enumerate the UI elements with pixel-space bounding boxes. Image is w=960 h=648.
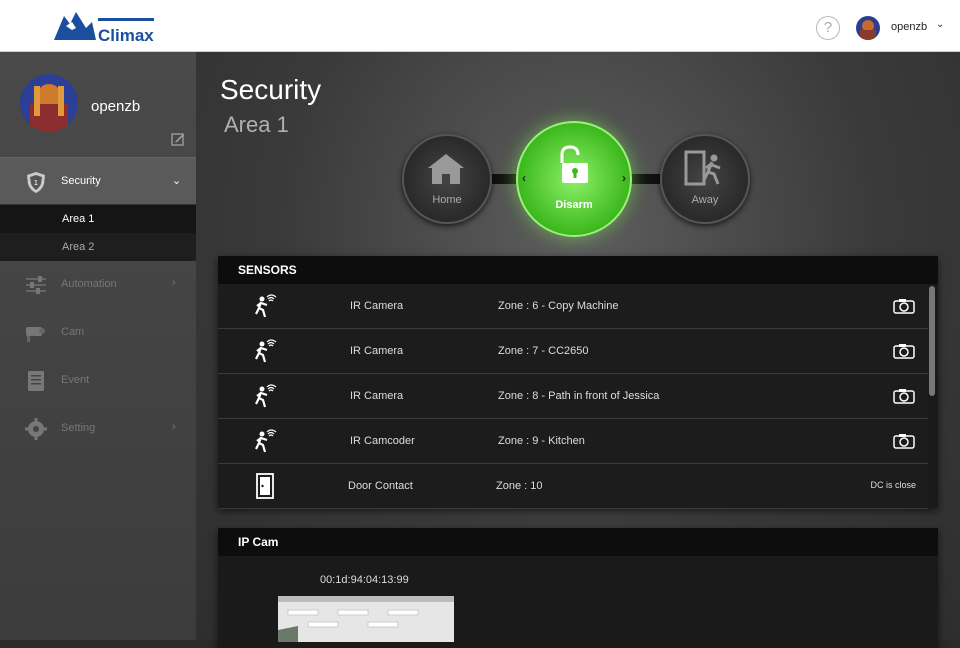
sensor-type: IR Camera (350, 300, 404, 312)
chevron-right-icon: › (622, 171, 626, 185)
logo-bar (98, 18, 154, 21)
motion-icon (255, 429, 277, 453)
avatar[interactable] (856, 16, 880, 40)
sidebar-item-setting[interactable]: Setting › (0, 405, 196, 453)
sensor-zone: Zone : 8 - Path in front of Jessica (498, 390, 660, 402)
cam-device-id: 00:1d:94:04:13:99 (320, 574, 409, 586)
profile-name: openzb (91, 98, 141, 115)
svg-text:1: 1 (34, 179, 38, 187)
table-row[interactable]: IR Camera Zone : 8 - Path in front of Je… (218, 374, 928, 419)
sidebar-item-label: Setting (61, 422, 96, 434)
unlock-icon (560, 145, 588, 183)
sidebar-item-automation[interactable]: Automation › (0, 261, 196, 309)
ipcam-header: IP Cam (218, 528, 938, 556)
sensor-status: DC is close (870, 480, 916, 490)
sensors-scrollbar[interactable] (929, 286, 935, 396)
mode-away-label: Away (691, 194, 719, 206)
sensor-zone: Zone : 7 - CC2650 (498, 345, 589, 357)
chevron-down-icon[interactable]: ⌄ (936, 19, 944, 30)
sidebar-item-cam[interactable]: Cam (0, 309, 196, 357)
camera-icon[interactable] (893, 343, 915, 359)
sidebar-subitem-area-2[interactable]: Area 2 (0, 233, 196, 261)
sidebar-item-event[interactable]: Event (0, 357, 196, 405)
brand-name: Climax (98, 26, 154, 45)
sensor-type: IR Camera (350, 345, 404, 357)
door-icon (256, 473, 274, 499)
page-subtitle: Area 1 (224, 112, 289, 137)
climax-logo-icon (54, 12, 96, 40)
camera-icon[interactable] (893, 388, 915, 404)
top-username[interactable]: openzb (891, 21, 927, 33)
chevron-right-icon: › (172, 421, 176, 433)
climax-logo[interactable]: Climax (52, 10, 162, 45)
table-row[interactable]: Door Contact Zone : 10 DC is close (218, 464, 928, 509)
motion-icon (255, 294, 277, 318)
page-title: Security (220, 74, 322, 105)
table-row[interactable]: IR Camera Zone : 7 - CC2650 (218, 329, 928, 374)
list-icon (28, 371, 44, 391)
sidebar-item-label: Event (61, 374, 90, 386)
table-row[interactable]: IR Camcoder Zone : 9 - Kitchen (218, 419, 928, 464)
camera-icon (26, 327, 45, 342)
motion-icon (255, 339, 277, 363)
mode-home-button[interactable]: Home (402, 134, 492, 224)
chevron-right-icon: › (172, 277, 176, 289)
sidebar-item-label: Cam (61, 326, 85, 338)
question-icon[interactable]: ? (816, 16, 840, 40)
sliders-icon (26, 276, 46, 294)
sidebar-item-label: Security (61, 175, 101, 187)
mode-home-label: Home (432, 194, 462, 206)
mode-disarm-button[interactable]: ‹ › Disarm (516, 121, 632, 237)
sidebar: openzb 1 Security ⌄ Area 1 Area 2 Automa… (0, 52, 196, 640)
sidebar-item-security[interactable]: 1 Security ⌄ (0, 157, 196, 205)
camera-icon[interactable] (893, 433, 915, 449)
motion-icon (255, 384, 277, 408)
sidebar-subitem-area-1[interactable]: Area 1 (0, 205, 196, 233)
sidebar-item-label: Automation (61, 278, 117, 290)
cam-snapshot[interactable] (278, 596, 454, 642)
mode-away-button[interactable]: Away (660, 134, 750, 224)
sensor-type: Door Contact (348, 480, 413, 492)
main-content: Security Area 1 Home ‹ › Disarm Away SEN… (196, 52, 960, 648)
edit-icon[interactable] (171, 132, 185, 146)
ipcam-panel: IP Cam 00:1d:94:04:13:99 (218, 528, 938, 648)
shield-icon: 1 (27, 172, 45, 193)
avatar[interactable] (20, 74, 78, 132)
top-bar: Climax ? openzb ⌄ (0, 0, 960, 52)
camera-icon[interactable] (893, 298, 915, 314)
sensors-header: SENSORS (218, 256, 938, 284)
sensor-type: IR Camera (350, 390, 404, 402)
mode-disarm-label: Disarm (555, 199, 593, 211)
chevron-left-icon: ‹ (522, 171, 526, 185)
gear-icon (25, 418, 47, 440)
home-icon (428, 154, 464, 184)
sensors-panel: SENSORS IR Camera Zone : 6 - Copy Machin… (218, 256, 938, 509)
sensor-type: IR Camcoder (350, 435, 415, 447)
sidebar-profile: openzb (0, 52, 196, 157)
cam-snapshot-image (278, 596, 454, 642)
sensor-zone: Zone : 9 - Kitchen (498, 435, 585, 447)
sensor-zone: Zone : 10 (496, 480, 543, 492)
chevron-down-icon: ⌄ (172, 175, 182, 187)
security-submenu: Area 1 Area 2 (0, 205, 196, 261)
away-icon (684, 150, 721, 186)
sensor-zone: Zone : 6 - Copy Machine (498, 300, 619, 312)
table-row[interactable]: IR Camera Zone : 6 - Copy Machine (218, 284, 928, 329)
